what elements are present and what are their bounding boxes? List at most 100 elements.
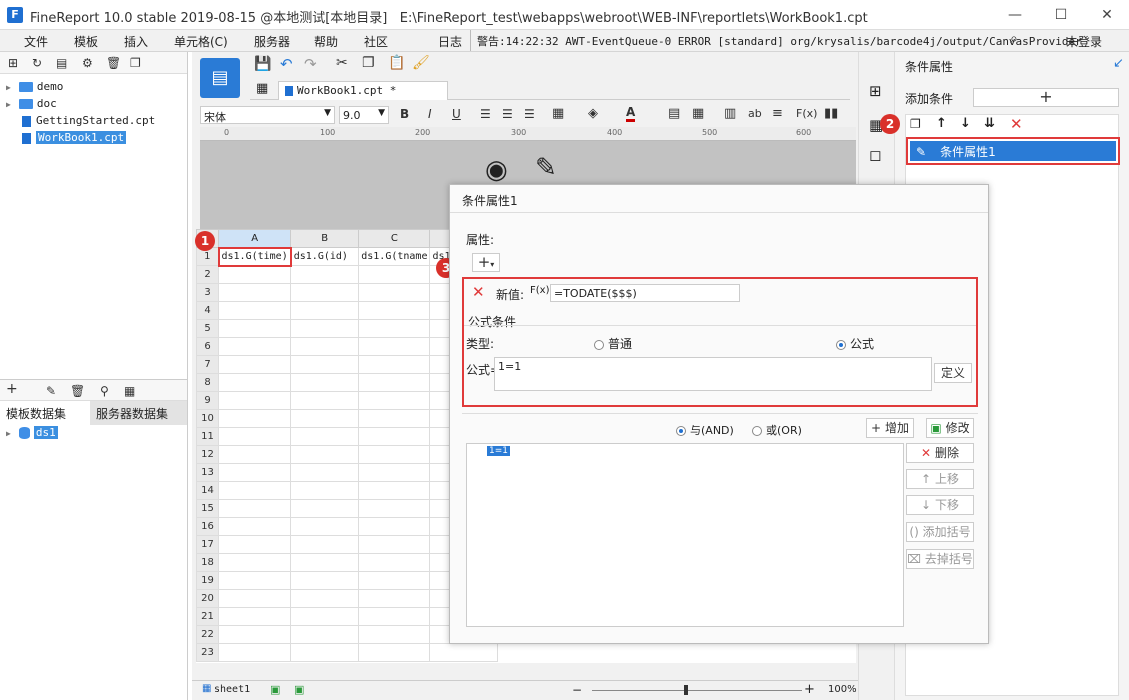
delete-icon[interactable]: 🗑 [106, 56, 121, 70]
add-dataset-icon[interactable]: + [6, 381, 18, 397]
tab-server-dataset[interactable]: 服务器数据集 [90, 401, 187, 425]
edit-icon[interactable]: ✎ [46, 384, 56, 398]
cell[interactable] [290, 589, 360, 608]
search-icon[interactable]: ⌕ [1010, 31, 1018, 47]
row-header[interactable]: 6 [196, 337, 219, 356]
collapse-icon[interactable]: ↙ [1113, 56, 1124, 71]
cell[interactable] [217, 445, 292, 464]
cell[interactable] [217, 301, 292, 320]
expression-item[interactable]: 1=1 [487, 446, 510, 456]
text-icon[interactable]: ab [748, 107, 762, 120]
cut-icon[interactable]: ✂ [336, 55, 348, 71]
cell[interactable] [290, 409, 360, 428]
italic-icon[interactable]: I [428, 107, 432, 121]
define-button[interactable]: 定义 [934, 363, 972, 383]
row-header[interactable]: 14 [196, 481, 219, 500]
cell[interactable] [290, 319, 360, 338]
row-header[interactable]: 2 [196, 265, 219, 284]
row-header[interactable]: 21 [196, 607, 219, 626]
cell[interactable] [358, 517, 431, 536]
cell[interactable] [217, 463, 292, 482]
add-button[interactable]: + 增加 [866, 418, 914, 438]
settings-icon[interactable]: ⚙ [82, 56, 93, 70]
bold-icon[interactable]: B [400, 107, 409, 121]
tree-item-demo[interactable]: ▶ demo [6, 80, 63, 93]
column-header-b[interactable]: B [290, 229, 360, 248]
remove-bracket-button[interactable]: ⌧ 去掉括号 [906, 549, 974, 569]
data-column-icon[interactable]: ▥ [724, 106, 736, 121]
arrow-up-icon[interactable]: ↑ [936, 116, 947, 131]
cell[interactable] [290, 283, 360, 302]
cell[interactable] [358, 337, 431, 356]
cell[interactable] [358, 499, 431, 518]
row-header[interactable]: 17 [196, 535, 219, 554]
cell[interactable] [358, 391, 431, 410]
row-header[interactable]: 23 [196, 643, 219, 662]
cell[interactable] [290, 463, 360, 482]
cell[interactable] [217, 517, 292, 536]
cell[interactable] [217, 607, 292, 626]
row-header[interactable]: 12 [196, 445, 219, 464]
cell[interactable] [290, 643, 360, 662]
cell[interactable] [217, 427, 292, 446]
cell[interactable] [290, 553, 360, 572]
row-header[interactable]: 13 [196, 463, 219, 482]
preview-icon[interactable]: ⚲ [100, 384, 109, 398]
tree-item-workbook1[interactable]: WorkBook1.cpt [6, 131, 127, 144]
cell[interactable] [358, 445, 431, 464]
cell[interactable] [217, 535, 292, 554]
delete-condition-icon[interactable]: ✕ [1010, 115, 1023, 133]
type-normal-radio[interactable]: 普通 [594, 335, 632, 352]
cell[interactable] [290, 337, 360, 356]
and-radio[interactable]: 与(AND) [676, 422, 734, 438]
align-left-icon[interactable]: ☰ [480, 107, 491, 121]
cell[interactable] [358, 571, 431, 590]
menu-insert[interactable]: 插入 [124, 33, 148, 50]
border-icon[interactable]: ▦ [552, 106, 564, 121]
row-header[interactable]: 16 [196, 517, 219, 536]
row-header[interactable]: 18 [196, 553, 219, 572]
grid-icon[interactable]: ▦ [256, 81, 268, 96]
cell[interactable] [217, 355, 292, 374]
cell[interactable] [358, 553, 431, 572]
cell[interactable] [358, 355, 431, 374]
close-button[interactable]: ✕ [1092, 4, 1122, 26]
cell[interactable] [358, 589, 431, 608]
row-header[interactable]: 22 [196, 625, 219, 644]
cell[interactable] [217, 571, 292, 590]
add-condition-button[interactable]: + [973, 88, 1119, 107]
new-folder-icon[interactable]: ⊞ [8, 56, 18, 70]
cell[interactable] [217, 589, 292, 608]
cell-attr-icon[interactable]: ⊞ [869, 82, 882, 100]
menu-file[interactable]: 文件 [24, 33, 48, 50]
template-icon[interactable]: ▤ [200, 58, 240, 98]
align-right-icon[interactable]: ☰ [524, 107, 535, 121]
sheet-tab[interactable]: sheet1 [214, 684, 250, 695]
add-report-icon[interactable]: ▣ [294, 683, 304, 696]
or-radio[interactable]: 或(OR) [752, 422, 802, 438]
cell[interactable] [358, 409, 431, 428]
dataset-settings-icon[interactable]: ▦ [124, 384, 135, 398]
delete-button[interactable]: ✕ 删除 [906, 443, 974, 463]
open-icon[interactable]: ▤ [56, 56, 67, 70]
formula-icon[interactable]: F(x) [796, 107, 817, 120]
login-link[interactable]: 未登录 [1066, 33, 1102, 50]
add-attr-button[interactable]: +▾ [472, 253, 500, 272]
row-header[interactable]: 5 [196, 319, 219, 338]
cell[interactable] [217, 481, 292, 500]
zoom-slider[interactable] [592, 690, 802, 691]
merge-icon[interactable]: ▤ [668, 106, 680, 121]
maximize-button[interactable]: ☐ [1046, 4, 1076, 26]
move-up-button[interactable]: ↑ 上移 [906, 469, 974, 489]
condition-item-1[interactable]: ✎ 条件属性1 [906, 137, 1120, 165]
cell[interactable] [290, 535, 360, 554]
zoom-out-icon[interactable]: − [572, 683, 582, 697]
move-down-button[interactable]: ↓ 下移 [906, 495, 974, 515]
cell-c1[interactable]: ds1.G(tname [358, 247, 431, 266]
cell[interactable] [358, 373, 431, 392]
widget-icon[interactable]: ◻ [869, 146, 881, 164]
cell[interactable] [290, 265, 360, 284]
move-bottom-icon[interactable]: ⇊ [984, 116, 995, 131]
add-bracket-button[interactable]: () 添加括号 [906, 522, 974, 542]
chart-icon[interactable]: ▮▮ [824, 106, 838, 121]
